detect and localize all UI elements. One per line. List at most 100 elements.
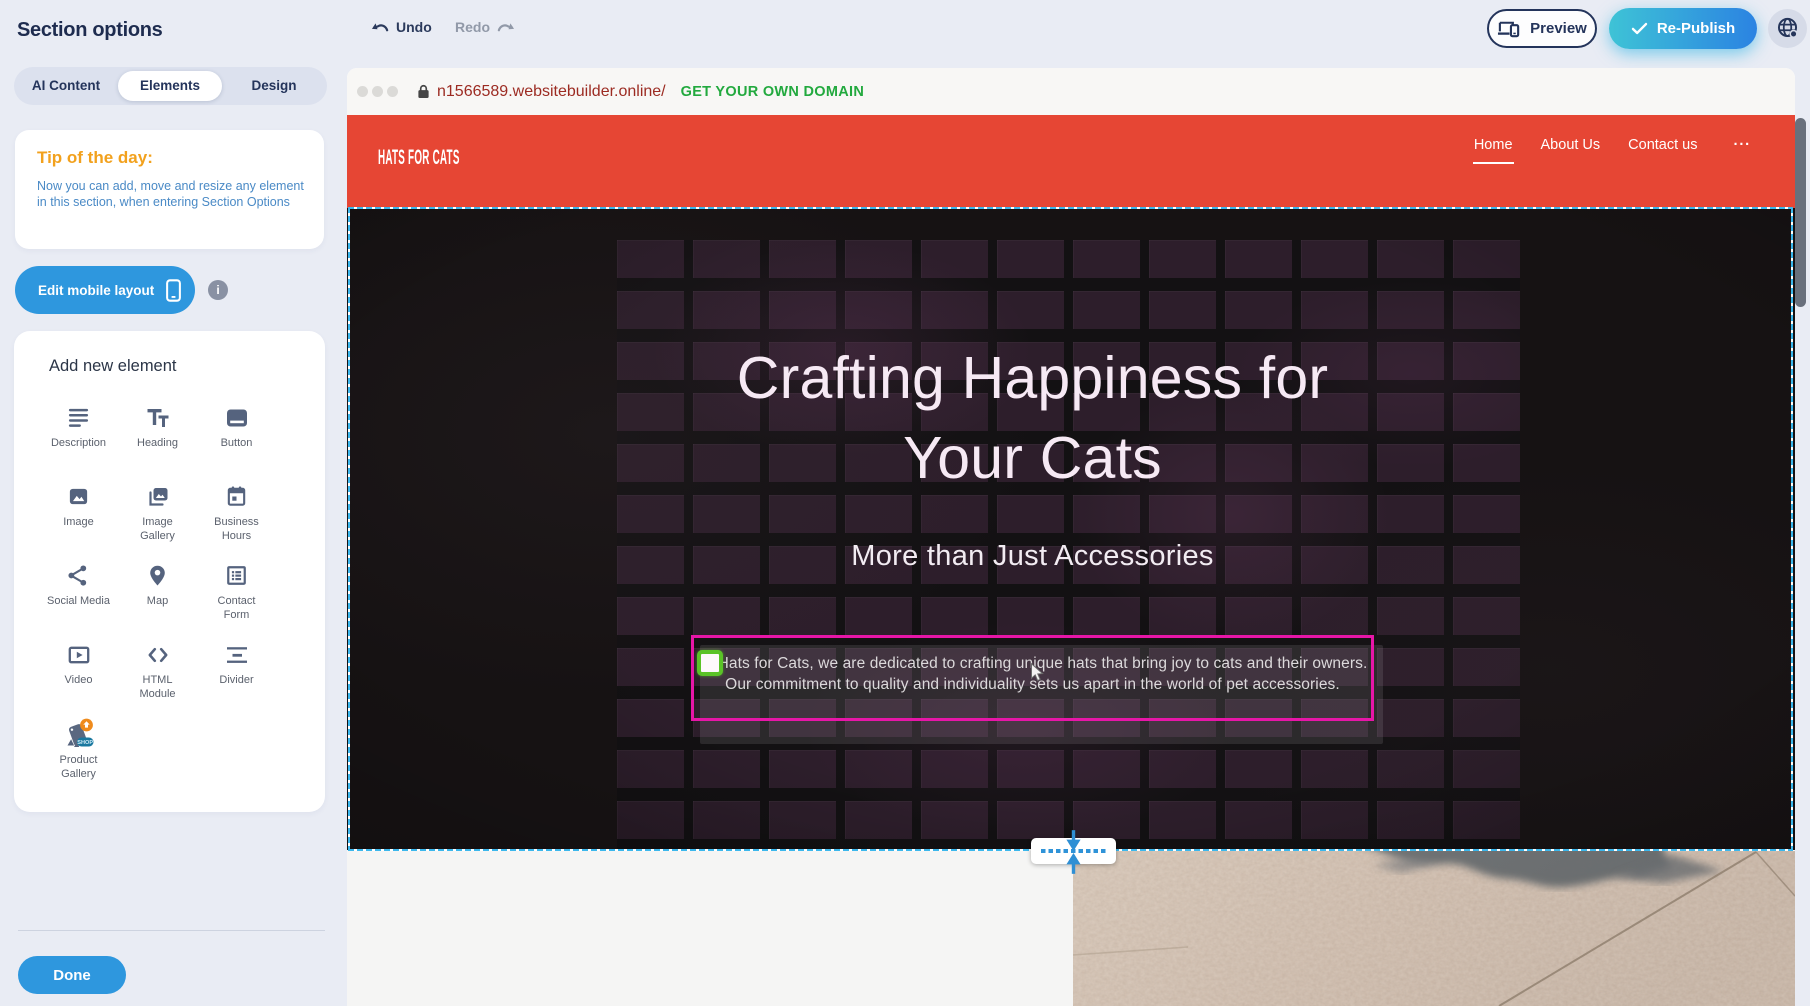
redo-label: Redo	[455, 19, 490, 35]
element-image-gallery[interactable]: Image Gallery	[118, 483, 197, 562]
element-label: Business Hours	[204, 516, 270, 543]
done-label: Done	[53, 967, 91, 984]
element-label: Image Gallery	[125, 516, 191, 543]
element-business-hours[interactable]: Business Hours	[197, 483, 276, 562]
tab-ai-content[interactable]: AI Content	[14, 71, 118, 101]
element-html-module[interactable]: HTML Module	[118, 641, 197, 720]
resize-arrow-up-icon	[1065, 851, 1082, 874]
pavement-photo	[1073, 851, 1795, 1006]
section-selection-border-left	[348, 207, 350, 851]
canvas-scrollbar[interactable]	[1795, 118, 1806, 307]
undo-icon	[369, 19, 390, 35]
add-element-heading: Add new element	[49, 357, 177, 376]
tip-title: Tip of the day:	[37, 148, 302, 168]
page-title: Section options	[17, 19, 163, 42]
hero-subheading[interactable]: More than Just Accessories	[691, 538, 1374, 574]
app: Section options Undo Redo Preview Re-Pub…	[0, 0, 1810, 1006]
language-globe-button[interactable]	[1768, 9, 1807, 48]
element-label: Heading	[137, 437, 178, 451]
site-logo[interactable]: HATS FOR CATS	[378, 146, 460, 170]
element-image[interactable]: Image	[39, 483, 118, 562]
nav-home[interactable]: Home	[1474, 137, 1513, 153]
element-map[interactable]: Map	[118, 562, 197, 641]
element-label: Contact Form	[204, 595, 270, 622]
undo-button[interactable]: Undo	[369, 19, 432, 35]
hero-background-shade	[347, 208, 1795, 850]
edit-mobile-label: Edit mobile layout	[38, 283, 154, 298]
section-selection-border-top	[348, 207, 1793, 209]
element-label: Video	[65, 674, 93, 688]
redo-icon	[496, 19, 517, 35]
heading-icon	[146, 404, 170, 431]
element-label: Description	[51, 437, 106, 451]
element-label: Divider	[219, 674, 253, 688]
browser-bar: n1566589.websitebuilder.online/ GET YOUR…	[347, 68, 1795, 115]
image-icon	[67, 483, 90, 510]
element-divider[interactable]: Divider	[197, 641, 276, 720]
social-media-icon	[67, 562, 90, 589]
site-canvas: n1566589.websitebuilder.online/ GET YOUR…	[347, 68, 1795, 1006]
element-button[interactable]: Button	[197, 404, 276, 483]
site-nav: Home About Us Contact us ···	[1446, 137, 1751, 153]
tab-elements[interactable]: Elements	[118, 71, 222, 101]
devices-icon	[1497, 18, 1522, 40]
element-label: HTML Module	[125, 674, 191, 701]
preview-button[interactable]: Preview	[1487, 9, 1597, 48]
element-description[interactable]: Description	[39, 404, 118, 483]
selection-drag-handle[interactable]	[697, 650, 723, 676]
tab-design[interactable]: Design	[222, 71, 326, 101]
globe-icon	[1775, 16, 1800, 41]
element-label: Social Media	[47, 595, 110, 609]
info-button[interactable]: i	[208, 280, 228, 300]
element-product-gallery[interactable]: Product Gallery	[39, 720, 118, 799]
business-hours-icon	[225, 483, 248, 510]
element-grid: Description Heading Button Image Image G…	[39, 404, 276, 799]
hero-heading[interactable]: Crafting Happiness for Your Cats	[691, 338, 1374, 498]
description-icon	[67, 404, 90, 431]
element-contact-form[interactable]: Contact Form	[197, 562, 276, 641]
preview-label: Preview	[1530, 20, 1587, 37]
nav-contact-us[interactable]: Contact us	[1628, 137, 1697, 153]
element-label: Map	[147, 595, 168, 609]
element-video[interactable]: Video	[39, 641, 118, 720]
nav-about-us[interactable]: About Us	[1541, 137, 1601, 153]
site-url[interactable]: n1566589.websitebuilder.online/	[437, 83, 666, 101]
browser-dot	[357, 86, 368, 97]
browser-dot	[372, 86, 383, 97]
element-heading[interactable]: Heading	[118, 404, 197, 483]
html-module-icon	[146, 641, 170, 668]
product-gallery-icon	[59, 720, 99, 747]
done-button[interactable]: Done	[18, 956, 126, 994]
sidebar-divider	[18, 930, 325, 931]
site-header: HATS FOR CATS Home About Us Contact us ·…	[347, 115, 1795, 208]
browser-dot	[387, 86, 398, 97]
element-label: Product Gallery	[46, 754, 112, 781]
divider-icon	[225, 641, 249, 668]
contact-form-icon	[225, 562, 248, 589]
check-icon	[1631, 22, 1648, 35]
video-icon	[67, 641, 91, 668]
section-selection-border-right	[1791, 207, 1793, 851]
edit-mobile-layout-button[interactable]: Edit mobile layout	[15, 266, 195, 314]
hero-section[interactable]: Crafting Happiness for Your Cats More th…	[347, 208, 1795, 850]
nav-more[interactable]: ···	[1734, 137, 1752, 153]
republish-button[interactable]: Re-Publish	[1609, 8, 1757, 49]
element-social-media[interactable]: Social Media	[39, 562, 118, 641]
republish-label: Re-Publish	[1657, 20, 1735, 37]
mouse-cursor	[1030, 663, 1050, 683]
resize-arrow-down-icon	[1065, 830, 1082, 853]
map-icon	[146, 562, 169, 589]
info-icon: i	[216, 283, 219, 297]
get-domain-link[interactable]: GET YOUR OWN DOMAIN	[681, 84, 864, 100]
image-gallery-icon	[146, 483, 170, 510]
redo-button[interactable]: Redo	[455, 19, 517, 35]
sidebar-tabs: AI Content Elements Design	[14, 67, 327, 105]
mobile-phone-icon	[165, 278, 182, 303]
element-label: Image	[63, 516, 94, 530]
lock-icon	[417, 84, 430, 99]
element-label: Button	[221, 437, 253, 451]
tip-body: Now you can add, move and resize any ele…	[37, 179, 309, 210]
tip-card: Tip of the day: Now you can add, move an…	[15, 130, 324, 249]
button-icon	[225, 404, 249, 431]
undo-label: Undo	[396, 19, 432, 35]
